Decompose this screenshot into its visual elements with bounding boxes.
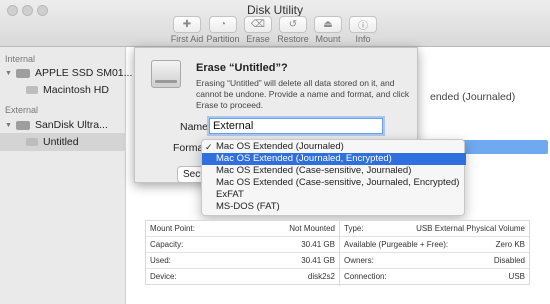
info-row: Available (Purgeable + Free): Zero KB xyxy=(340,237,529,253)
info-value: Disabled xyxy=(493,256,525,265)
volume-icon xyxy=(26,86,38,94)
info-value: USB External Physical Volume xyxy=(416,224,525,233)
disclosure-triangle-icon[interactable]: ▼ xyxy=(5,70,12,77)
format-option[interactable]: Mac OS Extended (Case-sensitive, Journal… xyxy=(202,165,466,177)
format-option[interactable]: ✓ Mac OS Extended (Journaled) xyxy=(202,141,466,153)
sidebar-item-label: Untitled xyxy=(43,136,79,148)
info-right-column: Type: USB External Physical Volume Avail… xyxy=(340,221,529,286)
first-aid-icon: ✚ xyxy=(173,16,201,33)
info-label: Mount Point: xyxy=(150,224,195,233)
format-option-label: MS-DOS (FAT) xyxy=(216,201,280,212)
info-row: Connection: USB xyxy=(340,269,529,285)
info-icon: ⓘ xyxy=(349,16,377,33)
sidebar-item-label: SanDisk Ultra... xyxy=(34,119,108,131)
erase-icon: ⌫ xyxy=(244,16,272,33)
drive-icon xyxy=(151,60,181,88)
info-row: Device: disk2s2 xyxy=(146,269,339,285)
info-value: disk2s2 xyxy=(307,272,335,281)
info-label: Available (Purgeable + Free): xyxy=(344,240,449,249)
info-label: Device: xyxy=(150,272,177,281)
volume-format-text: ended (Journaled) xyxy=(430,91,516,103)
info-value: USB xyxy=(508,272,525,281)
name-input[interactable] xyxy=(209,118,383,134)
info-row: Type: USB External Physical Volume xyxy=(340,221,529,237)
info-row: Used: 30.41 GB xyxy=(146,253,339,269)
info-row: Owners: Disabled xyxy=(340,253,529,269)
format-option[interactable]: Mac OS Extended (Case-sensitive, Journal… xyxy=(202,177,466,189)
info-value: Not Mounted xyxy=(289,224,335,233)
sidebar-header-internal: Internal xyxy=(5,54,36,64)
info-label: Used: xyxy=(150,256,171,265)
volume-info-table: Mount Point: Not Mounted Capacity: 30.41… xyxy=(145,220,530,286)
sidebar: Internal ▼ APPLE SSD SM01... Macintosh H… xyxy=(0,47,132,304)
format-option-label: Mac OS Extended (Case-sensitive, Journal… xyxy=(216,165,412,176)
sidebar-item-untitled[interactable]: Untitled xyxy=(26,136,79,148)
sheet-title: Erase “Untitled”? xyxy=(196,62,288,74)
sidebar-item-macintosh-hd[interactable]: Macintosh HD xyxy=(26,84,109,96)
sheet-message: Erasing “Untitled” will delete all data … xyxy=(196,78,410,110)
title-bar: Disk Utility ✚ First Aid ◔ Partition ⌫ E… xyxy=(0,0,550,47)
info-value: 30.41 GB xyxy=(301,240,335,249)
format-option-label: Mac OS Extended (Journaled, Encrypted) xyxy=(216,153,392,164)
sidebar-item-label: Macintosh HD xyxy=(43,84,109,96)
sidebar-item-label: APPLE SSD SM01... xyxy=(34,67,133,79)
toolbar-info-button[interactable]: ⓘ Info xyxy=(341,16,385,44)
info-value: 30.41 GB xyxy=(301,256,335,265)
external-disk-icon xyxy=(15,120,30,130)
sidebar-item-apple-ssd[interactable]: ▼ APPLE SSD SM01... xyxy=(5,67,132,79)
partition-icon: ◔ xyxy=(209,16,237,33)
mount-icon: ⏏ xyxy=(314,16,342,33)
restore-icon: ↺ xyxy=(279,16,307,33)
toolbar-label: Info xyxy=(355,34,371,44)
format-menu: ✓ Mac OS Extended (Journaled) Mac OS Ext… xyxy=(201,139,466,216)
info-row: Capacity: 30.41 GB xyxy=(146,237,339,253)
format-option[interactable]: Mac OS Extended (Journaled, Encrypted) xyxy=(202,153,466,165)
info-left-column: Mount Point: Not Mounted Capacity: 30.41… xyxy=(146,221,339,286)
format-option-label: Mac OS Extended (Journaled) xyxy=(216,141,344,152)
info-row: Mount Point: Not Mounted xyxy=(146,221,339,237)
sidebar-header-external: External xyxy=(5,105,39,115)
window-title: Disk Utility xyxy=(247,3,303,17)
internal-disk-icon xyxy=(15,68,30,78)
sidebar-item-sandisk[interactable]: ▼ SanDisk Ultra... xyxy=(5,119,108,131)
info-value: Zero KB xyxy=(495,240,525,249)
disclosure-triangle-icon[interactable]: ▼ xyxy=(5,122,12,129)
info-label: Capacity: xyxy=(150,240,184,249)
usage-bar xyxy=(462,140,548,154)
info-label: Connection: xyxy=(344,272,387,281)
format-option[interactable]: ExFAT xyxy=(202,189,466,201)
volume-icon xyxy=(26,138,38,146)
info-label: Type: xyxy=(344,224,364,233)
format-option[interactable]: MS-DOS (FAT) xyxy=(202,201,466,213)
info-label: Owners: xyxy=(344,256,374,265)
format-option-label: ExFAT xyxy=(216,189,244,200)
name-label: Name: xyxy=(180,121,211,133)
checkmark-icon: ✓ xyxy=(205,142,213,152)
format-option-label: Mac OS Extended (Case-sensitive, Journal… xyxy=(216,177,460,188)
